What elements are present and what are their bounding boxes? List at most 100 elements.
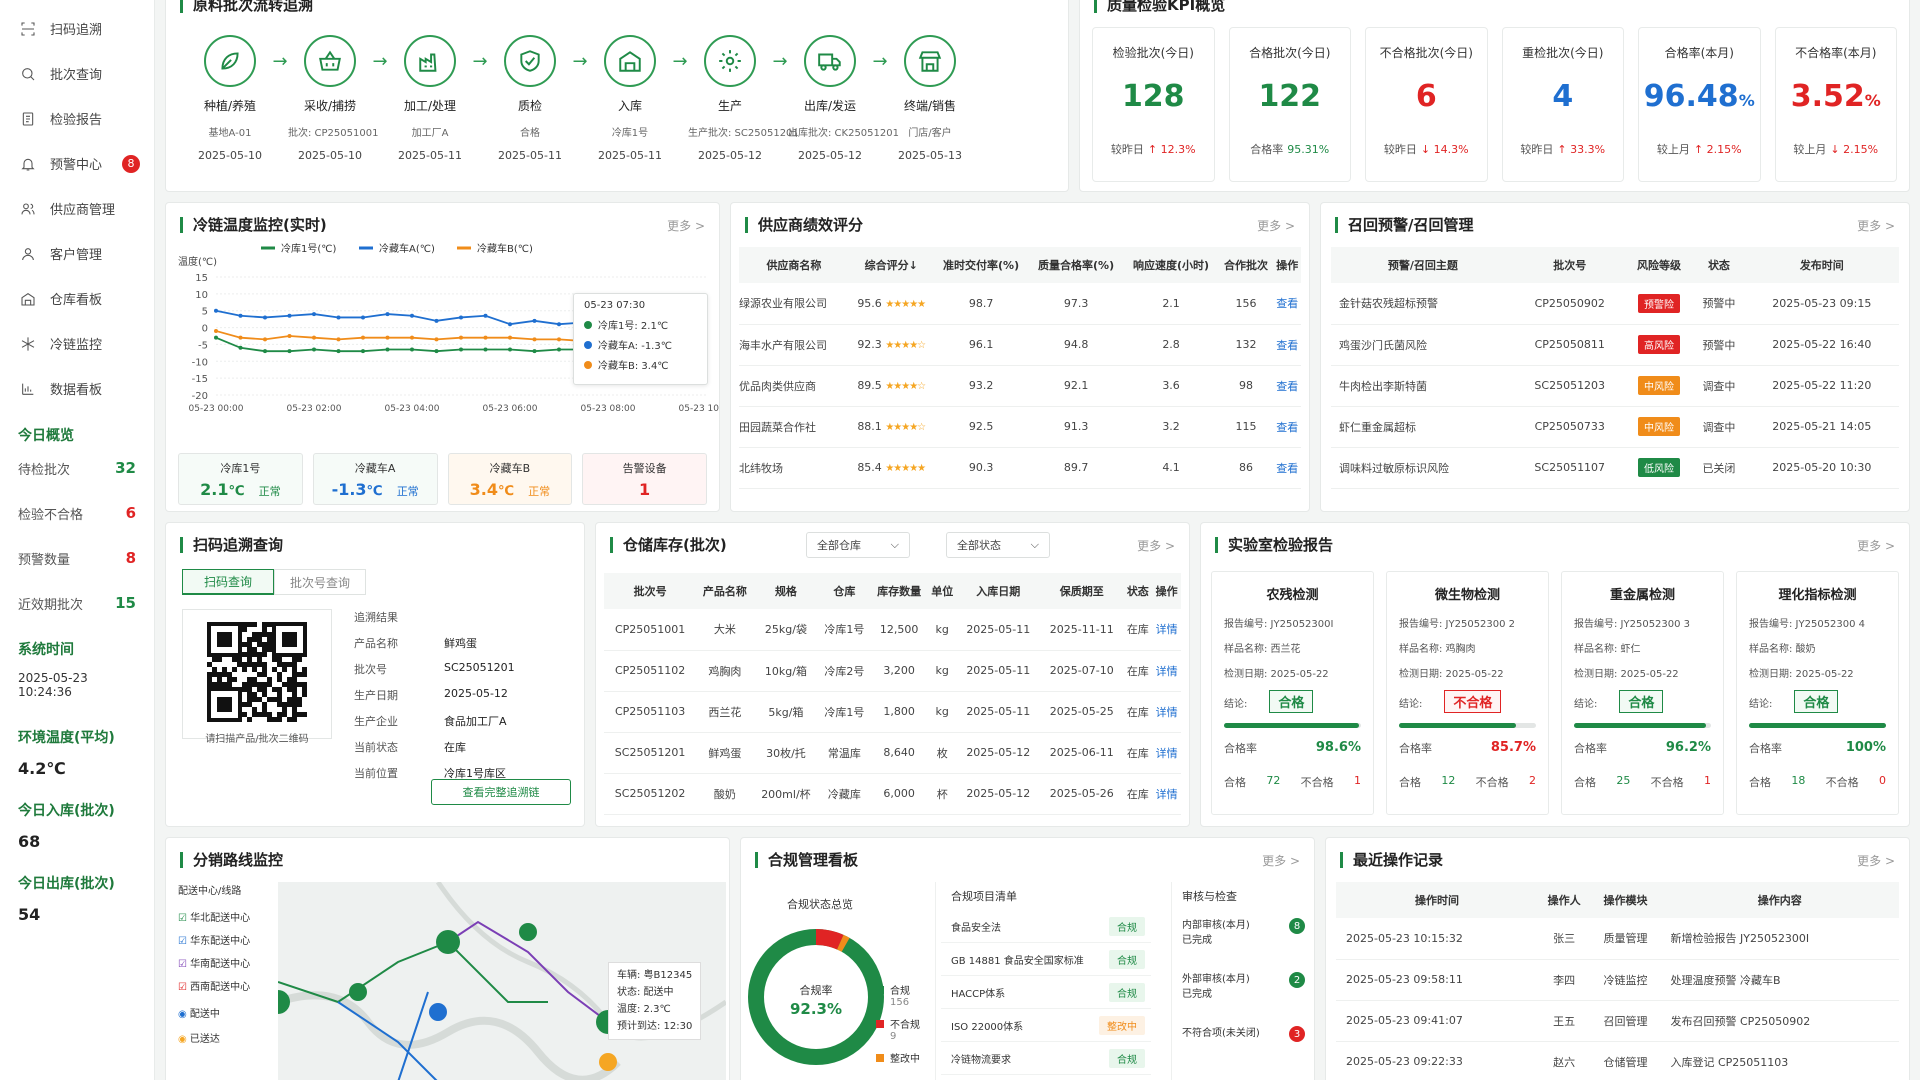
column-header[interactable]: 综合评分↓ <box>848 247 934 283</box>
column-header[interactable]: 风险等级 <box>1624 247 1694 283</box>
column-header[interactable]: 库存数量 <box>870 573 928 609</box>
view-link[interactable]: 查看 <box>1273 365 1301 407</box>
flow-step[interactable]: 终端/销售 门店/客户 2025-05-13 <box>888 35 972 162</box>
column-header[interactable]: 状态 <box>1123 573 1153 609</box>
table-row[interactable]: CP25051102 鸡胸肉 10kg/箱 冷库2号 3,200 kg 2025-05-11… <box>604 650 1181 692</box>
column-header[interactable]: 批次号 <box>1514 247 1625 283</box>
detail-link[interactable]: 详情 <box>1152 609 1181 651</box>
sidebar-item-2[interactable]: 检验报告 <box>0 96 154 141</box>
lab-more-link[interactable]: 更多 > <box>1857 537 1895 554</box>
column-header[interactable]: 操作 <box>1273 247 1301 283</box>
table-row[interactable]: 2025-05-23 09:22:33 赵六 仓储管理 入库登记 CP25051103 <box>1336 1041 1899 1080</box>
detail-link[interactable]: 详情 <box>1152 732 1181 774</box>
column-header[interactable]: 入库日期 <box>956 573 1041 609</box>
center-checkbox[interactable]: ☑ 华南配送中心 <box>178 955 278 970</box>
sidebar-item-7[interactable]: 冷链监控 <box>0 321 154 366</box>
table-row[interactable]: 2025-05-23 10:15:32 张三 质量管理 新增检验报告 JY250523… <box>1336 918 1899 960</box>
temp-device-card[interactable]: 冷藏车B 3.4℃ 正常 <box>447 453 573 505</box>
column-header[interactable]: 响应速度(小时) <box>1123 247 1219 283</box>
flow-step[interactable]: 采收/捕捞 批次: CP25051001 2025-05-10 <box>288 35 378 162</box>
table-row[interactable]: 调味料过敏原标识风险 SC25051107 低风险 已关闭 2025-05-20 10:… <box>1331 447 1899 489</box>
tab-scan[interactable]: 扫码查询 <box>182 569 274 595</box>
table-row[interactable]: SC25051201 鲜鸡蛋 30枚/托 常温库 8,640 枚 2025-05-12 202… <box>604 732 1181 774</box>
table-row[interactable]: 田园蔬菜合作社 88.1 ★★★★☆ 92.5 91.3 3.2 115 查看 <box>739 406 1301 448</box>
lab-report-tile[interactable]: 理化指标检测 报告编号: JY25052300 4 样品名称: 酸奶 检测日期: 20… <box>1736 571 1899 815</box>
column-header[interactable]: 合作批次 <box>1218 247 1274 283</box>
compliance-item[interactable]: 冷链物流要求 合规 <box>941 1042 1151 1075</box>
column-header[interactable]: 操作模块 <box>1590 882 1661 918</box>
column-header[interactable]: 预警/召回主题 <box>1331 247 1515 283</box>
sidebar-item-4[interactable]: 供应商管理 <box>0 186 154 231</box>
column-header[interactable]: 操作 <box>1152 573 1181 609</box>
detail-link[interactable]: 详情 <box>1152 773 1181 815</box>
center-checkbox[interactable]: ☑ 华北配送中心 <box>178 909 278 924</box>
compliance-item[interactable]: HACCP体系 合规 <box>941 976 1151 1009</box>
temp-device-card[interactable]: 冷藏车A -1.3℃ 正常 <box>312 453 438 505</box>
compliance-item[interactable]: GB 14881 食品安全国家标准 合规 <box>941 943 1151 976</box>
table-row[interactable]: 海丰水产有限公司 92.3 ★★★★☆ 96.1 94.8 2.8 132 查看 <box>739 324 1301 366</box>
view-link[interactable]: 查看 <box>1273 283 1301 325</box>
tab-batch[interactable]: 批次号查询 <box>274 569 366 595</box>
sidebar-item-5[interactable]: 客户管理 <box>0 231 154 276</box>
table-row[interactable]: 牛肉检出李斯特菌 SC25051203 中风险 调查中 2025-05-22 11:20 <box>1331 365 1899 407</box>
flow-step[interactable]: 生产 生产批次: SC25051201 2025-05-12 <box>688 35 799 162</box>
table-row[interactable]: 金针菇农残超标预警 CP25050902 预警险 预警中 2025-05-23 09:1… <box>1331 283 1899 325</box>
temp-device-card[interactable]: 冷库1号 2.1℃ 正常 <box>178 453 303 505</box>
flow-step[interactable]: 种植/养殖 基地A-01 2025-05-10 <box>188 35 272 162</box>
column-header[interactable]: 保质期至 <box>1040 573 1124 609</box>
lab-report-tile[interactable]: 农残检测 报告编号: JY25052300I 样品名称: 西兰花 检测日期: 2025… <box>1211 571 1374 815</box>
view-link[interactable]: 查看 <box>1273 406 1301 448</box>
sidebar-item-8[interactable]: 数据看板 <box>0 366 154 411</box>
compliance-item[interactable]: 食品安全法 合规 <box>941 910 1151 943</box>
full-trace-button[interactable]: 查看完整追溯链 <box>431 779 571 805</box>
column-header[interactable]: 状态 <box>1693 247 1745 283</box>
column-header[interactable]: 发布时间 <box>1744 247 1899 283</box>
column-header[interactable]: 规格 <box>753 573 819 609</box>
view-link[interactable]: 查看 <box>1273 447 1301 489</box>
sidebar-item-0[interactable]: 扫码追溯 <box>0 6 154 51</box>
table-row[interactable]: SC25051202 酸奶 200ml/杯 冷藏库 6,000 杯 2025-05-12 20… <box>604 773 1181 815</box>
table-row[interactable]: 2025-05-23 09:41:07 王五 召回管理 发布召回预警 CP250509… <box>1336 1000 1899 1042</box>
warehouse-select[interactable]: 全部仓库 ⌵ <box>806 532 910 558</box>
table-row[interactable]: CP25051001 大米 25kg/袋 冷库1号 12,500 kg 2025-05-11… <box>604 609 1181 651</box>
audit-item[interactable]: 不符合项(未关闭) 3 <box>1182 1024 1311 1078</box>
table-row[interactable]: 2025-05-23 09:58:11 李四 冷链监控 处理温度预警 冷藏车B <box>1336 959 1899 1001</box>
stock-more-link[interactable]: 更多 > <box>1137 537 1175 554</box>
log-more-link[interactable]: 更多 > <box>1857 852 1895 869</box>
recall-more-link[interactable]: 更多 > <box>1857 217 1895 234</box>
column-header[interactable]: 操作内容 <box>1660 882 1899 918</box>
table-row[interactable]: 绿源农业有限公司 95.6 ★★★★★ 98.7 97.3 2.1 156 查看 <box>739 283 1301 325</box>
sidebar-item-3[interactable]: 预警中心 8 <box>0 141 154 186</box>
column-header[interactable]: 供应商名称 <box>739 247 849 283</box>
audit-item[interactable]: 外部审核(本月) 已完成 2 <box>1182 970 1311 1024</box>
detail-link[interactable]: 详情 <box>1152 691 1181 733</box>
column-header[interactable]: 操作时间 <box>1336 882 1538 918</box>
temp-more-link[interactable]: 更多 > <box>667 217 705 234</box>
column-header[interactable]: 仓库 <box>818 573 871 609</box>
detail-link[interactable]: 详情 <box>1152 650 1181 692</box>
column-header[interactable]: 质量合格率(%) <box>1028 247 1124 283</box>
compliance-more-link[interactable]: 更多 > <box>1262 852 1300 869</box>
table-row[interactable]: CP25051103 西兰花 5kg/箱 冷库1号 1,800 kg 2025-05-11 2… <box>604 691 1181 733</box>
supplier-more-link[interactable]: 更多 > <box>1257 217 1295 234</box>
flow-step[interactable]: 加工/处理 加工厂A 2025-05-11 <box>388 35 472 162</box>
temp-device-card[interactable]: 告警设备 1 <box>582 453 707 505</box>
route-map[interactable]: 车辆: 粤B12345 状态: 配送中 温度: 2.3℃ 预计到达: 12:30 <box>266 880 728 1080</box>
table-row[interactable]: 优品肉类供应商 89.5 ★★★★☆ 93.2 92.1 3.6 98 查看 <box>739 365 1301 407</box>
compliance-item[interactable]: ISO 22000体系 整改中 <box>941 1009 1151 1042</box>
status-select[interactable]: 全部状态 ⌵ <box>946 532 1050 558</box>
column-header[interactable]: 准时交付率(%) <box>933 247 1029 283</box>
flow-step[interactable]: 入库 冷库1号 2025-05-11 <box>588 35 672 162</box>
lab-report-tile[interactable]: 微生物检测 报告编号: JY25052300 2 样品名称: 鸡胸肉 检测日期: 20… <box>1386 571 1549 815</box>
table-row[interactable]: 北纬牧场 85.4 ★★★★★ 90.3 89.7 4.1 86 查看 <box>739 447 1301 489</box>
lab-report-tile[interactable]: 重金属检测 报告编号: JY25052300 3 样品名称: 虾仁 检测日期: 202… <box>1561 571 1724 815</box>
table-row[interactable]: 虾仁重金属超标 CP25050733 中风险 调查中 2025-05-21 14:05 <box>1331 406 1899 448</box>
flow-step[interactable]: 质检 合格 2025-05-11 <box>488 35 572 162</box>
column-header[interactable]: 操作人 <box>1537 882 1591 918</box>
column-header[interactable]: 单位 <box>927 573 957 609</box>
sidebar-item-6[interactable]: 仓库看板 <box>0 276 154 321</box>
table-row[interactable]: 鸡蛋沙门氏菌风险 CP25050811 高风险 预警中 2025-05-22 16:40 <box>1331 324 1899 366</box>
flow-step[interactable]: 出库/发运 出库批次: CK25051201 2025-05-12 <box>788 35 899 162</box>
column-header[interactable]: 产品名称 <box>696 573 754 609</box>
sidebar-item-1[interactable]: 批次查询 <box>0 51 154 96</box>
